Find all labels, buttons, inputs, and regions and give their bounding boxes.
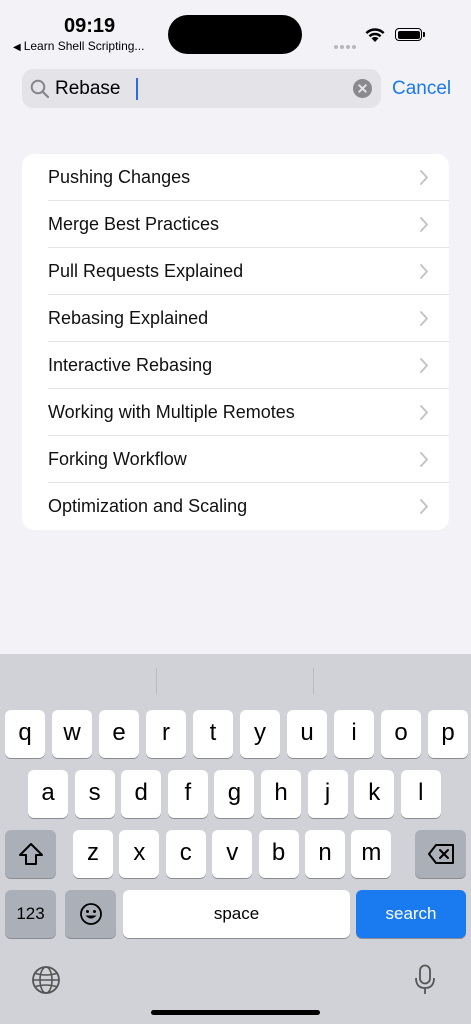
key-j[interactable]: j bbox=[307, 770, 348, 818]
chevron-right-icon bbox=[419, 498, 429, 520]
list-item[interactable]: Working with Multiple Remotes bbox=[22, 389, 449, 436]
list-item-label: Forking Workflow bbox=[48, 449, 187, 469]
list-item[interactable]: Rebasing Explained bbox=[22, 295, 449, 342]
status-time: 09:19 bbox=[64, 15, 116, 37]
list-item[interactable]: Pull Requests Explained bbox=[22, 248, 449, 295]
microphone-icon[interactable] bbox=[414, 964, 436, 1001]
list-item-label: Pull Requests Explained bbox=[48, 261, 244, 281]
search-key[interactable]: search bbox=[356, 890, 466, 938]
key-u[interactable]: u bbox=[287, 710, 327, 758]
cellular-signal-icon bbox=[334, 36, 358, 49]
list-item-label: Interactive Rebasing bbox=[48, 355, 213, 375]
list-item-label: Merge Best Practices bbox=[48, 214, 220, 234]
key-a[interactable]: a bbox=[28, 770, 68, 818]
list-item[interactable]: Forking Workflow bbox=[22, 436, 449, 483]
suggestion-divider bbox=[313, 668, 314, 694]
key-q[interactable]: q bbox=[5, 710, 45, 758]
wifi-icon bbox=[364, 26, 386, 48]
shift-key[interactable] bbox=[5, 830, 56, 878]
space-key[interactable]: space bbox=[123, 890, 350, 938]
key-h[interactable]: h bbox=[261, 770, 301, 818]
key-s[interactable]: s bbox=[74, 770, 115, 818]
numbers-key[interactable]: 123 bbox=[5, 890, 56, 938]
key-t[interactable]: t bbox=[193, 710, 233, 758]
key-e[interactable]: e bbox=[99, 710, 139, 758]
key-f[interactable]: f bbox=[167, 770, 208, 818]
suggestion-divider bbox=[156, 668, 157, 694]
key-v[interactable]: v bbox=[212, 830, 253, 878]
key-y[interactable]: y bbox=[240, 710, 280, 758]
back-to-app-link[interactable]: ◀ Learn Shell Scripting... bbox=[13, 39, 144, 53]
key-z[interactable]: z bbox=[73, 830, 113, 878]
list-item-label: Optimization and Scaling bbox=[48, 496, 248, 516]
dynamic-island bbox=[168, 15, 302, 54]
back-triangle-icon: ◀ bbox=[13, 42, 21, 53]
list-item[interactable]: Merge Best Practices bbox=[22, 201, 449, 248]
key-o[interactable]: o bbox=[381, 710, 421, 758]
list-item[interactable]: Optimization and Scaling bbox=[22, 483, 449, 530]
battery-icon bbox=[395, 28, 425, 41]
chevron-right-icon bbox=[419, 310, 429, 332]
search-icon bbox=[30, 79, 50, 104]
key-c[interactable]: c bbox=[165, 830, 206, 878]
search-input[interactable] bbox=[55, 69, 340, 108]
key-p[interactable]: p bbox=[428, 710, 468, 758]
search-bar[interactable] bbox=[22, 69, 381, 108]
key-r[interactable]: r bbox=[146, 710, 186, 758]
chevron-right-icon bbox=[419, 404, 429, 426]
list-item-label: Working with Multiple Remotes bbox=[48, 402, 295, 422]
key-l[interactable]: l bbox=[400, 770, 441, 818]
delete-key[interactable] bbox=[415, 830, 466, 878]
keyboard: qwertyuiop asdfghjkl zxcvbnm 123 space s… bbox=[0, 654, 471, 1024]
home-indicator bbox=[151, 1010, 320, 1015]
list-item[interactable]: Interactive Rebasing bbox=[22, 342, 449, 389]
back-app-label: Learn Shell Scripting... bbox=[23, 39, 145, 53]
key-d[interactable]: d bbox=[121, 770, 162, 818]
search-results-list: Pushing Changes Merge Best Practices Pul… bbox=[22, 154, 449, 530]
key-g[interactable]: g bbox=[214, 770, 255, 818]
key-m[interactable]: m bbox=[351, 830, 392, 878]
key-b[interactable]: b bbox=[258, 830, 299, 878]
list-item-label: Pushing Changes bbox=[48, 167, 191, 187]
chevron-right-icon bbox=[419, 357, 429, 379]
chevron-right-icon bbox=[419, 451, 429, 473]
list-item[interactable]: Pushing Changes bbox=[22, 154, 449, 201]
key-w[interactable]: w bbox=[52, 710, 92, 758]
key-k[interactable]: k bbox=[354, 770, 395, 818]
key-n[interactable]: n bbox=[305, 830, 345, 878]
cancel-button[interactable]: Cancel bbox=[392, 78, 451, 100]
chevron-right-icon bbox=[419, 216, 429, 238]
status-bar: 09:19 ◀ Learn Shell Scripting... bbox=[0, 0, 471, 60]
text-cursor bbox=[136, 78, 138, 100]
key-x[interactable]: x bbox=[119, 830, 160, 878]
clear-search-icon[interactable] bbox=[353, 79, 372, 98]
list-item-label: Rebasing Explained bbox=[48, 308, 209, 328]
emoji-key[interactable] bbox=[65, 890, 116, 938]
chevron-right-icon bbox=[419, 263, 429, 285]
key-i[interactable]: i bbox=[334, 710, 374, 758]
chevron-right-icon bbox=[419, 169, 429, 191]
globe-icon[interactable] bbox=[31, 965, 61, 1000]
